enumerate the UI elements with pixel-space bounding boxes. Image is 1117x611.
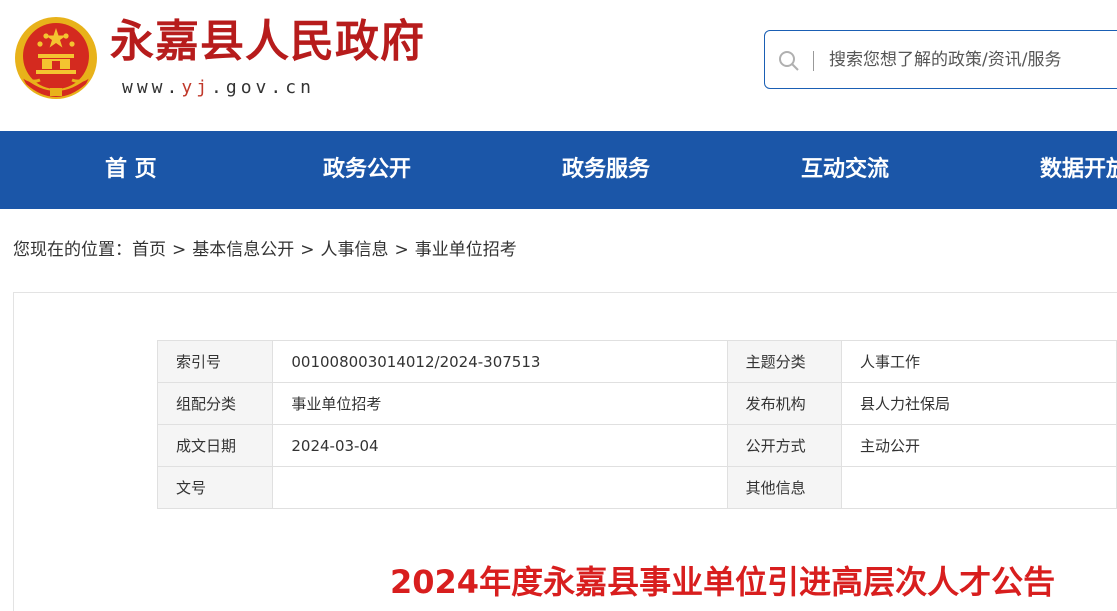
written-date-value: 2024-03-04 [272,424,728,467]
group-category-value: 事业单位招考 [272,382,728,425]
table-row: 索引号 001008003014012/2024-307513 主题分类 人事工… [156,340,1117,383]
search-divider [813,51,814,71]
other-info-value [841,466,1117,509]
breadcrumb-prefix: 您现在的位置： [13,240,132,260]
document-number-value [272,466,728,509]
disclosure-method-label: 公开方式 [726,424,843,467]
other-info-label: 其他信息 [726,466,843,509]
publisher-value: 县人力社保局 [841,382,1117,425]
site-url-suffix: .gov.cn [211,77,315,98]
breadcrumb-separator: > [394,240,409,260]
table-row: 组配分类 事业单位招考 发布机构 县人力社保局 [156,382,1117,425]
table-row: 成文日期 2024-03-04 公开方式 主动公开 [156,424,1117,467]
disclosure-method-value: 主动公开 [841,424,1117,467]
topic-category-value: 人事工作 [841,340,1117,383]
breadcrumb-basic-info[interactable]: 基本信息公开 [192,240,294,260]
table-row: 文号 其他信息 [156,466,1117,509]
index-number-label: 索引号 [156,340,274,383]
document-number-label: 文号 [156,466,274,509]
search-icon[interactable] [777,49,801,73]
national-emblem-icon[interactable] [12,14,100,106]
breadcrumb-home[interactable]: 首页 [132,240,166,260]
search-box[interactable] [764,30,1117,89]
nav-item-home[interactable]: 首 页 [105,131,157,209]
article-title: 2024年度永嘉县事业单位引进高层次人才公告 [390,563,1056,601]
breadcrumb-separator: > [300,240,315,260]
site-url-prefix: www. [122,77,182,98]
nav-item-government-affairs[interactable]: 政务公开 [323,131,411,209]
breadcrumb-recruitment[interactable]: 事业单位招考 [415,240,517,260]
site-url-accent: yj [181,77,212,98]
site-url: www.yj.gov.cn [122,76,315,100]
nav-item-open-data[interactable]: 数据开放 [1040,131,1117,209]
site-header: 永嘉县人民政府 www.yj.gov.cn [0,0,1117,131]
topic-category-label: 主题分类 [726,340,843,383]
breadcrumb: 您现在的位置：首页 > 基本信息公开 > 人事信息 > 事业单位招考 [13,238,517,262]
breadcrumb-separator: > [172,240,187,260]
group-category-label: 组配分类 [156,382,274,425]
site-title[interactable]: 永嘉县人民政府 [110,14,425,70]
breadcrumb-personnel-info[interactable]: 人事信息 [321,240,389,260]
publisher-label: 发布机构 [726,382,843,425]
search-input[interactable] [829,41,1117,79]
nav-item-government-services[interactable]: 政务服务 [562,131,650,209]
written-date-label: 成文日期 [156,424,274,467]
index-number-value: 001008003014012/2024-307513 [272,340,728,383]
nav-item-interaction[interactable]: 互动交流 [801,131,889,209]
metadata-table: 索引号 001008003014012/2024-307513 主题分类 人事工… [156,340,1117,509]
main-nav: 首 页 政务公开 政务服务 互动交流 数据开放 [0,131,1117,209]
